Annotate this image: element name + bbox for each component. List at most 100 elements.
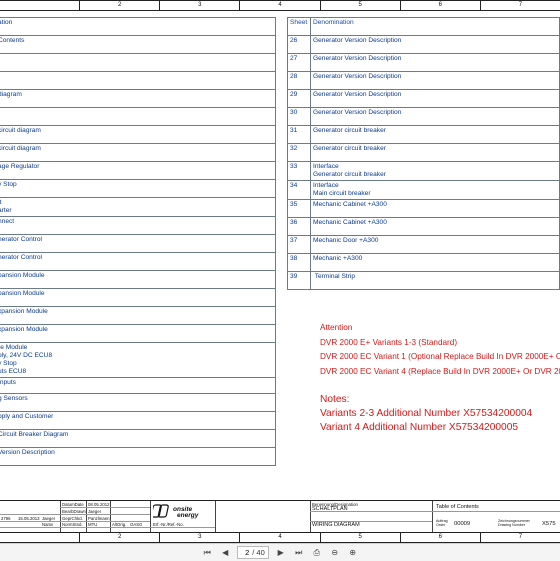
ruler-col bbox=[0, 1, 81, 10]
toc-row: 30 Generator Version Description bbox=[287, 107, 560, 126]
toc-row: y Stop bbox=[0, 179, 276, 198]
print-icon[interactable]: ⎙ bbox=[311, 547, 323, 559]
toc-row-title: xpansion Module bbox=[0, 306, 276, 325]
sheet-denomination: Mechanic Door +A300 bbox=[310, 235, 560, 254]
sheet-number: 26 bbox=[287, 35, 311, 54]
sheet-number: 28 bbox=[287, 71, 311, 90]
next-page-icon[interactable]: ▶ bbox=[275, 547, 287, 559]
prev-page-icon[interactable]: ◀ bbox=[219, 547, 231, 559]
toc-row: 35 Mechanic Cabinet +A300 bbox=[287, 199, 560, 218]
sheet-number: 35 bbox=[287, 199, 311, 218]
sheet-number: 39 bbox=[287, 271, 311, 290]
toc-row: diagram bbox=[0, 89, 276, 108]
toc-header-row: Sheet Denomination bbox=[287, 17, 560, 36]
ruler-col: 7 bbox=[518, 534, 523, 540]
toc-row: 32 Generator circuit breaker bbox=[287, 143, 560, 162]
toc-row: Circuit Breaker Diagram bbox=[0, 429, 276, 448]
revision-date: 15.05.2013 bbox=[18, 516, 40, 521]
toc-row-title: circuit diagram bbox=[0, 125, 276, 144]
ref-label: Erf.-Nr./Ref.-No. bbox=[153, 522, 184, 527]
toc-row-title: Contents bbox=[0, 35, 276, 54]
toc-row: it arter bbox=[0, 197, 276, 217]
sheet-denomination: Generator Version Description bbox=[310, 107, 560, 126]
toc-row: 37 Mechanic Door +A300 bbox=[287, 235, 560, 254]
checked-value: Panzlmann bbox=[88, 516, 110, 521]
notes-line: Variant 4 Additional Number X57534200005 bbox=[320, 422, 519, 433]
toc-row-title: nerator Control bbox=[0, 252, 276, 271]
page-number-input[interactable] bbox=[241, 548, 250, 557]
ruler-col: 6 bbox=[401, 533, 481, 542]
toc-row: 39 Terminal Strip bbox=[287, 271, 560, 290]
order-label: Auftrag Order bbox=[436, 519, 448, 527]
sheet-denomination: Mechanic Cabinet +A300 bbox=[310, 199, 560, 218]
ruler-col: 2 bbox=[80, 533, 161, 542]
toc-row: pansion Module bbox=[0, 288, 276, 307]
date-label: DatumDate bbox=[62, 502, 84, 507]
toc-row: 26 Generator Version Description bbox=[287, 35, 560, 54]
sheet-number: 34 bbox=[287, 180, 311, 200]
notes-line: Variants 2-3 Additional Number X57534200… bbox=[320, 408, 533, 419]
zoom-out-icon[interactable]: ⊖ bbox=[329, 547, 341, 559]
ruler-col: 7 bbox=[518, 2, 523, 8]
toc-row-title: y Stop bbox=[0, 179, 276, 198]
toc-row bbox=[0, 71, 276, 90]
ruler-col bbox=[0, 533, 81, 542]
first-page-icon[interactable]: ⏮ bbox=[201, 547, 213, 559]
ruler-col: 4 bbox=[240, 1, 321, 10]
date-value: 08.05.2012 bbox=[88, 502, 110, 507]
ruler-col: 2 bbox=[80, 1, 161, 10]
attention-line: DVR 2000 EC Variant 4 (Replace Build In … bbox=[320, 366, 560, 376]
toc-row-title: pansion Module bbox=[0, 270, 276, 289]
page-indicator: / 40 bbox=[237, 546, 269, 559]
toc-row-title: Inputs bbox=[0, 377, 276, 394]
toc-row: 33 Interface Generator circuit breaker bbox=[287, 161, 560, 181]
toc-row-title: pply and Customer bbox=[0, 411, 276, 430]
toc-row: 34 Interface Main circuit breaker bbox=[287, 180, 560, 200]
pdf-viewer-toolbar: ⏮ ◀ / 40 ▶ ⏭ ⎙ ⊖ ⊕ bbox=[0, 543, 560, 561]
sheet-denomination: Terminal Strip bbox=[310, 271, 560, 290]
sheet-number: 33 bbox=[287, 161, 311, 181]
zoom-in-icon[interactable]: ⊕ bbox=[347, 547, 359, 559]
orig-label: AltOrig. bbox=[112, 522, 127, 527]
toc-row-title: diagram bbox=[0, 89, 276, 108]
toc-row: circuit diagram bbox=[0, 143, 276, 162]
toc-row: xpansion Module bbox=[0, 306, 276, 325]
drawing-sheet: 2 3 4 5 6 7 ationContents diagram circuit … bbox=[0, 0, 560, 543]
toc-row: xpansion Module bbox=[0, 324, 276, 343]
attention-line: DVR 2000 EC Variant 1 (Optional Replace … bbox=[320, 352, 560, 361]
toc-left-table: ationContents diagram circuit diagramcircu… bbox=[0, 17, 276, 466]
sheet-number: 29 bbox=[287, 89, 311, 108]
toc-row: nerator Control bbox=[0, 252, 276, 271]
toc-row-title: Version Description bbox=[0, 447, 276, 466]
ruler-col: 5 bbox=[321, 1, 401, 10]
toc-row-title: nnect bbox=[0, 216, 276, 235]
checked-label: GeprChkd. bbox=[62, 516, 83, 521]
toc-row-title bbox=[0, 53, 276, 72]
toc-row-title: age Regulator bbox=[0, 161, 276, 180]
toc-row: 38 Mechanic +A300 bbox=[287, 253, 560, 272]
toc-row: Contents bbox=[0, 35, 276, 54]
toc-row: nnect bbox=[0, 216, 276, 235]
drawing-number-value: X575 bbox=[542, 521, 556, 527]
attention-line: DVR 2000 E+ Variants 1-3 (Standard) bbox=[320, 337, 458, 347]
toc-row: re Module ply, 24V DC ECU8 y Stop uts EC… bbox=[0, 342, 276, 378]
toc-row-title: pansion Module bbox=[0, 288, 276, 307]
sheet-denomination: Interface Generator circuit breaker bbox=[310, 161, 560, 181]
sheet-number: 36 bbox=[287, 217, 311, 236]
sheet-denomination: Mechanic Cabinet +A300 bbox=[310, 217, 560, 236]
last-page-icon[interactable]: ⏭ bbox=[293, 547, 305, 559]
toc-row bbox=[0, 107, 276, 126]
ruler-col: 6 bbox=[401, 1, 481, 10]
svg-text:energy: energy bbox=[177, 512, 199, 519]
toc-row: pansion Module bbox=[0, 270, 276, 289]
sheet-number: 27 bbox=[287, 53, 311, 72]
toc-right-table: Sheet Denomination 26 Generator Version Des… bbox=[287, 17, 560, 290]
revision-name: Jaeger bbox=[42, 516, 56, 521]
onsite-energy-logo: onsite energy bbox=[153, 503, 213, 519]
toc-row-title: circuit diagram bbox=[0, 143, 276, 162]
drawn-label: BearbDrawn bbox=[62, 509, 86, 514]
attention-block: Attention DVR 2000 E+ Variants 1-3 (Stan… bbox=[320, 321, 560, 379]
sheet-denomination: Generator Version Description bbox=[310, 53, 560, 72]
sheet-denomination: Interface Main circuit breaker bbox=[310, 180, 560, 200]
table-of-contents-label: Table of Contents bbox=[436, 504, 479, 510]
